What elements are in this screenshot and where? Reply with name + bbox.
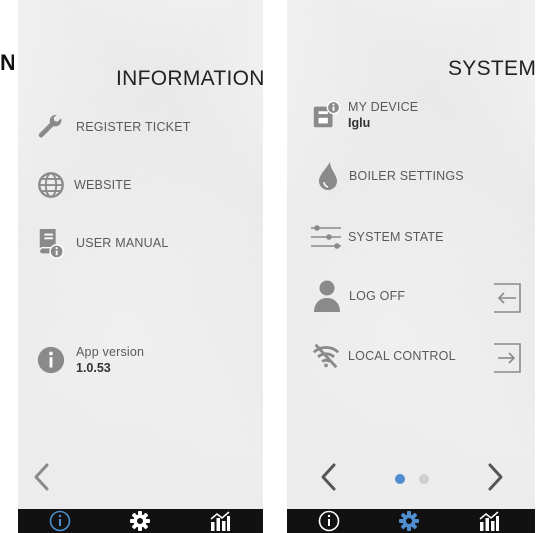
chart-icon (210, 511, 230, 531)
system-state-item[interactable]: SYSTEM STATE (309, 222, 444, 252)
log-off-button[interactable] (490, 281, 524, 320)
chevron-left-icon (321, 463, 336, 491)
page-dot-active (395, 474, 405, 484)
boiler-settings-item[interactable]: BOILER SETTINGS (313, 161, 464, 191)
website-item[interactable]: WEBSITE (36, 170, 132, 200)
bottom-nav (287, 509, 535, 533)
chart-icon (479, 511, 499, 531)
system-state-label: SYSTEM STATE (348, 230, 444, 244)
nav-stats-button[interactable] (200, 509, 240, 533)
local-control-button[interactable] (490, 341, 524, 380)
info-outline-icon (318, 510, 340, 532)
cut-off-text: N (0, 50, 14, 75)
wrench-icon (36, 112, 66, 142)
info-outline-icon (49, 510, 71, 532)
chevron-left-icon (34, 463, 49, 491)
nav-settings-button[interactable] (389, 509, 429, 533)
user-icon (312, 280, 342, 312)
nav-info-button[interactable] (309, 509, 349, 533)
app-version-item: App version 1.0.53 (36, 344, 144, 376)
my-device-item[interactable]: MY DEVICE Iglu (311, 99, 418, 131)
app-version-label: App version (76, 345, 145, 359)
app-version-value: 1.0.53 (76, 361, 111, 375)
my-device-label: MY DEVICE (348, 100, 419, 114)
local-control-item[interactable]: LOCAL CONTROL (311, 341, 456, 371)
log-off-item[interactable]: LOG OFF (312, 280, 406, 312)
gear-icon (130, 511, 150, 531)
chevron-right-icon (488, 463, 503, 491)
log-off-label: LOG OFF (349, 289, 406, 303)
device-icon (311, 100, 341, 130)
information-title: INFORMATION (116, 67, 263, 90)
nav-settings-button[interactable] (120, 509, 160, 533)
globe-icon (36, 170, 66, 200)
page-indicator (395, 474, 429, 484)
system-title: SYSTEM (448, 57, 535, 80)
user-manual-item[interactable]: USER MANUAL (36, 228, 169, 259)
local-control-label: LOCAL CONTROL (348, 349, 456, 363)
prev-page-button[interactable] (319, 462, 337, 497)
register-ticket-label: REGISTER TICKET (76, 120, 191, 134)
next-page-button[interactable] (487, 462, 505, 497)
nav-info-button[interactable] (40, 509, 80, 533)
boiler-settings-label: BOILER SETTINGS (349, 169, 464, 183)
information-panel: INFORMATION REGISTER TICKET WEBSITE USER… (18, 0, 263, 533)
bottom-nav (18, 509, 263, 533)
user-manual-label: USER MANUAL (76, 236, 169, 250)
website-label: WEBSITE (74, 178, 132, 192)
register-ticket-item[interactable]: REGISTER TICKET (36, 112, 191, 142)
nav-stats-button[interactable] (469, 509, 509, 533)
info-icon (36, 345, 66, 375)
page-dot (419, 474, 429, 484)
my-device-value: Iglu (348, 116, 371, 130)
back-arrow-button[interactable] (32, 462, 50, 497)
logout-icon (494, 283, 521, 313)
sliders-icon (309, 222, 343, 252)
gear-icon (399, 511, 419, 531)
drop-icon (313, 161, 343, 191)
wifi-off-icon (311, 341, 341, 371)
login-icon (494, 343, 521, 373)
manual-icon (36, 228, 66, 259)
system-panel: SYSTEM MY DEVICE Iglu BOILER SETTINGS SY… (287, 0, 535, 533)
